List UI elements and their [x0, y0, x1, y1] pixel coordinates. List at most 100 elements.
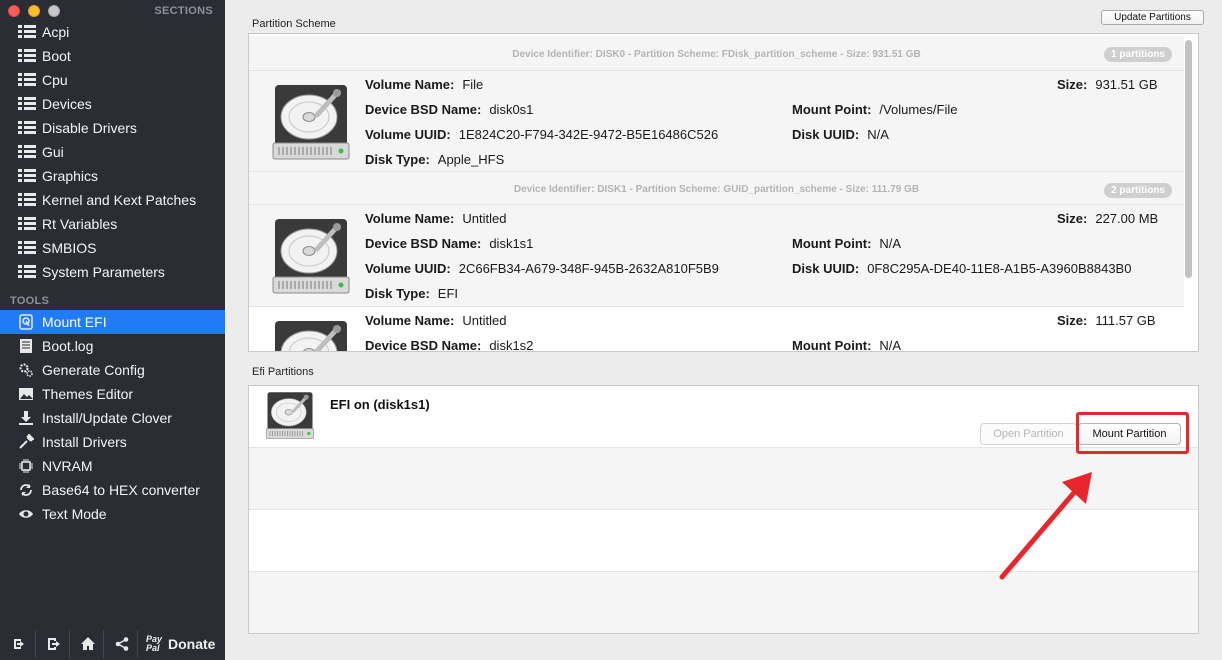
mount-point-value: N/A	[879, 338, 902, 352]
tool-item-nvram[interactable]: NVRAM	[0, 454, 225, 478]
mount-point-field: Mount Point: N/A	[792, 236, 901, 251]
bsd-name-label: Device BSD Name:	[365, 236, 482, 251]
list-icon	[18, 96, 36, 112]
sidebar-item-label: Disable Drivers	[42, 120, 137, 136]
partition-row[interactable]: Volume Name: Untitled Device BSD Name: dis…	[249, 204, 1184, 306]
tool-item-label: Text Mode	[42, 506, 107, 522]
volume-uuid-label: Volume UUID:	[365, 261, 451, 276]
mount-point-field: Mount Point: /Volumes/File	[792, 102, 957, 117]
partition-row[interactable]: Volume Name: Untitled Device BSD Name: dis…	[249, 306, 1184, 352]
sidebar: SECTIONS Acpi Boot Cpu Devices Disable Drive…	[0, 0, 225, 660]
sidebar-item-label: Graphics	[42, 168, 99, 184]
volume-uuid-label: Volume UUID:	[365, 127, 451, 142]
bsd-name-value: disk1s2	[489, 338, 534, 352]
tools-header: TOOLS	[10, 295, 50, 307]
tool-item-themes-editor[interactable]: Themes Editor	[0, 382, 225, 406]
paypal-line2: Pal	[146, 643, 160, 653]
volume-name-value: Untitled	[462, 313, 507, 328]
tool-item-text-mode[interactable]: Text Mode	[0, 502, 225, 526]
vertical-scrollbar[interactable]	[1185, 40, 1192, 278]
disk-header-text: Device Identifier: DISK1 - Partition Sch…	[513, 184, 920, 195]
sidebar-item-cpu[interactable]: Cpu	[0, 68, 225, 92]
sidebar-item-label: Rt Variables	[42, 216, 118, 232]
import-button[interactable]	[4, 630, 36, 658]
hard-drive-icon	[271, 319, 351, 351]
highlight-box	[1076, 412, 1189, 454]
tool-item-install-drivers[interactable]: Install Drivers	[0, 430, 225, 454]
sidebar-item-label: Cpu	[42, 72, 68, 88]
disk-header: Device Identifier: DISK0 - Partition Sch…	[249, 36, 1184, 72]
tool-item-generate-config[interactable]: Generate Config	[0, 358, 225, 382]
partition-count-badge: 1 partitions	[1104, 47, 1172, 62]
sidebar-item-smbios[interactable]: SMBIOS	[0, 236, 225, 260]
sidebar-item-label: Gui	[42, 144, 64, 160]
list-icon	[18, 120, 36, 136]
minimize-window-button[interactable]	[28, 5, 40, 17]
sidebar-item-system-parameters[interactable]: System Parameters	[0, 260, 225, 284]
efi-partition-row[interactable]: EFI on (disk1s1) Open Partition Mount Pa…	[249, 386, 1198, 448]
sidebar-item-acpi[interactable]: Acpi	[0, 20, 225, 44]
size-label: Size:	[1057, 313, 1088, 328]
mount-point-label: Mount Point:	[792, 102, 872, 117]
volume-name-label: Volume Name:	[365, 211, 455, 226]
update-partitions-button[interactable]: Update Partitions	[1101, 10, 1204, 25]
mount-point-label: Mount Point:	[792, 338, 872, 352]
partition-row[interactable]: Volume Name: File Device BSD Name: disk0s1…	[249, 70, 1184, 172]
list-icon	[18, 72, 36, 88]
volume-name-label: Volume Name:	[365, 77, 455, 92]
sidebar-item-label: System Parameters	[42, 264, 165, 280]
volume-name-field: Volume Name: Untitled	[365, 211, 506, 226]
disk-type-label: Disk Type:	[365, 152, 430, 167]
zoom-window-button[interactable]	[48, 5, 60, 17]
sidebar-item-label: Devices	[42, 96, 92, 112]
disk-uuid-value: N/A	[867, 127, 889, 142]
sidebar-item-gui[interactable]: Gui	[0, 140, 225, 164]
paypal-logo: Pay Pal	[146, 635, 162, 653]
sidebar-item-disable-drivers[interactable]: Disable Drivers	[0, 116, 225, 140]
volume-uuid-field: Volume UUID: 2C66FB34-A679-348F-945B-2632…	[365, 261, 719, 276]
close-window-button[interactable]	[8, 5, 20, 17]
partition-count-badge: 2 partitions	[1104, 183, 1172, 198]
tool-item-base64-to-hex-converter[interactable]: Base64 to HEX converter	[0, 478, 225, 502]
size-field: Size: 227.00 MB	[1057, 211, 1158, 226]
disk-type-value: EFI	[437, 286, 459, 301]
tool-item-boot-log[interactable]: Boot.log	[0, 334, 225, 358]
donate-button[interactable]: Pay Pal Donate	[146, 635, 215, 653]
chip-icon	[18, 458, 34, 474]
sidebar-item-label: SMBIOS	[42, 240, 97, 256]
disk-uuid-value: 0F8C295A-DE40-11E8-A1B5-A3960B8843B0	[867, 261, 1132, 276]
gears-icon	[18, 362, 34, 378]
tool-item-label: Base64 to HEX converter	[42, 482, 200, 498]
volume-name-value: File	[462, 77, 484, 92]
home-button[interactable]	[72, 630, 104, 658]
volume-name-value: Untitled	[462, 211, 507, 226]
sidebar-item-rt-variables[interactable]: Rt Variables	[0, 212, 225, 236]
tool-item-label: Themes Editor	[42, 386, 134, 402]
mount-point-label: Mount Point:	[792, 236, 872, 251]
disk-uuid-label: Disk UUID:	[792, 127, 860, 142]
sidebar-item-label: Acpi	[42, 24, 70, 40]
list-icon	[18, 24, 36, 40]
tool-item-label: Generate Config	[42, 362, 145, 378]
tool-item-mount-efi[interactable]: Mount EFI	[0, 310, 225, 334]
partition-scheme-list[interactable]: Device Identifier: DISK0 - Partition Sch…	[248, 33, 1199, 352]
sidebar-item-graphics[interactable]: Graphics	[0, 164, 225, 188]
log-icon	[18, 338, 34, 354]
size-value: 111.57 GB	[1095, 313, 1156, 328]
volume-uuid-field: Volume UUID: 1E824C20-F794-342E-9472-B5E1…	[365, 127, 718, 142]
tool-item-label: NVRAM	[42, 458, 93, 474]
tool-item-install-update-clover[interactable]: Install/Update Clover	[0, 406, 225, 430]
bsd-name-field: Device BSD Name: disk1s1	[365, 236, 533, 251]
sidebar-item-boot[interactable]: Boot	[0, 44, 225, 68]
volume-uuid-value: 1E824C20-F794-342E-9472-B5E16486C526	[458, 127, 719, 142]
size-field: Size: 931.51 GB	[1057, 77, 1158, 92]
donate-label: Donate	[168, 636, 216, 652]
open-partition-button[interactable]: Open Partition	[980, 423, 1077, 445]
disk-uuid-field: Disk UUID: N/A	[792, 127, 889, 142]
share-button[interactable]	[106, 630, 138, 658]
export-button[interactable]	[38, 630, 70, 658]
list-icon	[18, 240, 36, 256]
sidebar-item-devices[interactable]: Devices	[0, 92, 225, 116]
sidebar-item-kernel-and-kext-patches[interactable]: Kernel and Kext Patches	[0, 188, 225, 212]
disk-header-text: Device Identifier: DISK0 - Partition Sch…	[512, 48, 921, 60]
